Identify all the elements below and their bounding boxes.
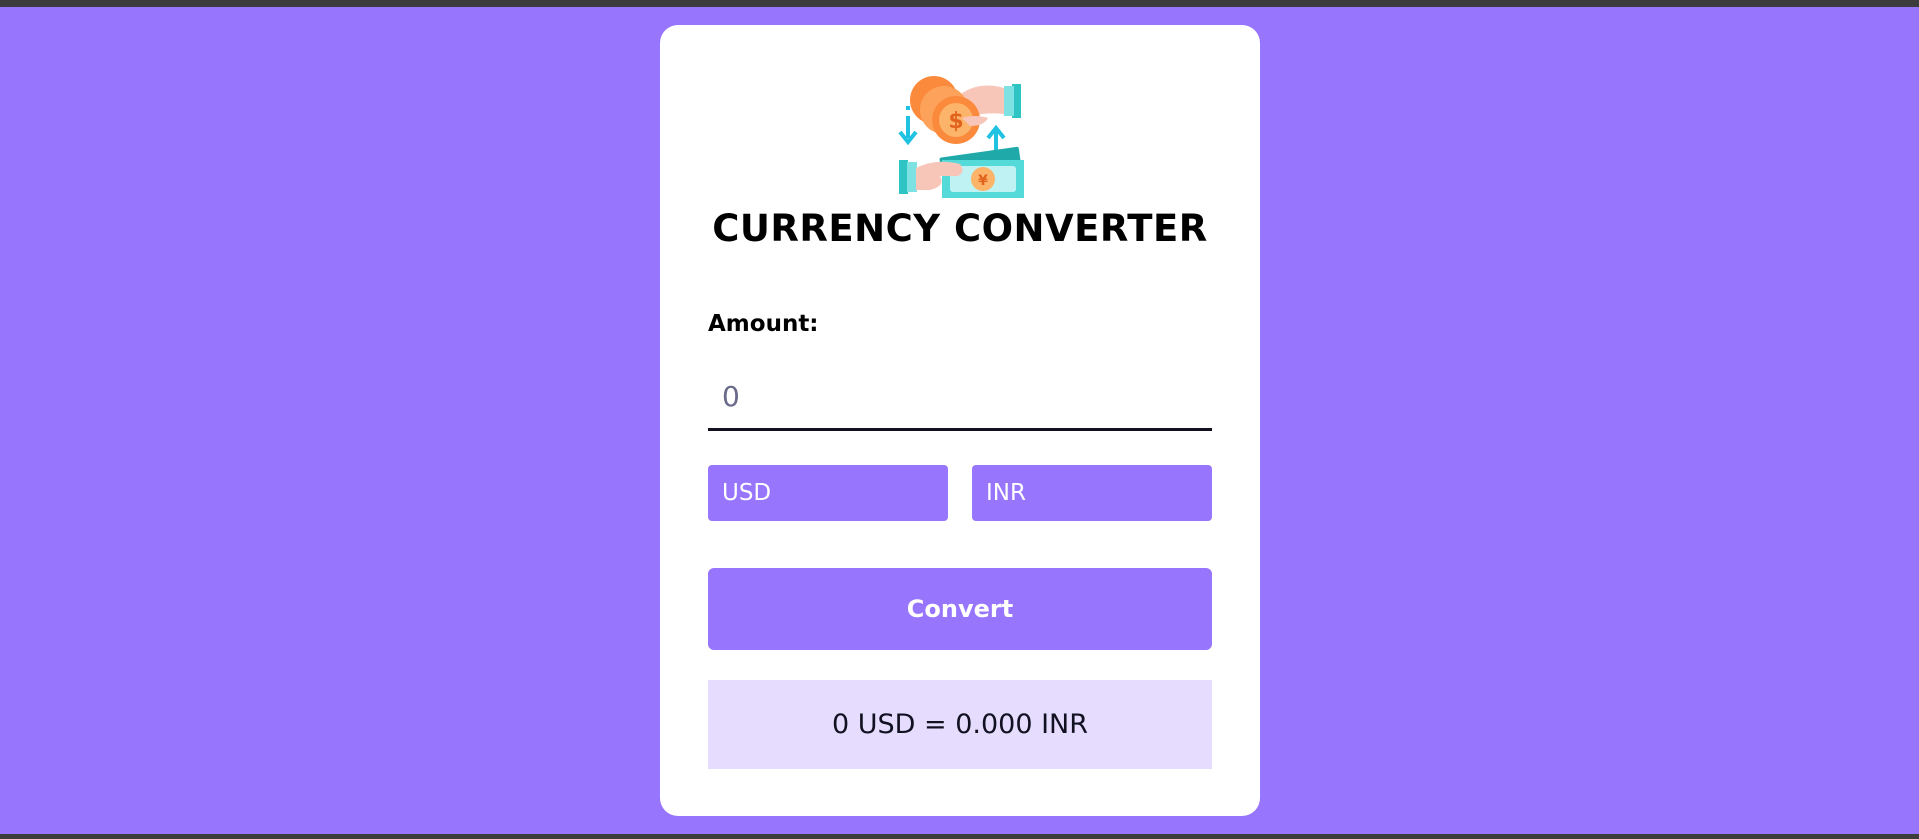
amount-label: Amount: [708,311,819,337]
svg-text:$: $ [948,109,963,134]
svg-text:¥: ¥ [978,173,988,189]
window-bottom-border [0,834,1919,839]
to-currency-value: INR [986,480,1026,506]
conversion-result: 0 USD = 0.000 INR [708,680,1212,769]
from-currency-value: USD [722,480,772,506]
converter-card: $ ¥ CURRENCY CONVERTER Amount: USD INR C… [660,25,1260,816]
from-currency-select[interactable]: USD [708,465,948,521]
convert-button[interactable]: Convert [708,568,1212,650]
page-title: CURRENCY CONVERTER [712,207,1208,250]
window-top-border [0,0,1919,7]
to-currency-select[interactable]: INR [972,465,1212,521]
currency-exchange-icon: $ ¥ [898,76,1024,198]
amount-input[interactable] [708,365,1212,431]
